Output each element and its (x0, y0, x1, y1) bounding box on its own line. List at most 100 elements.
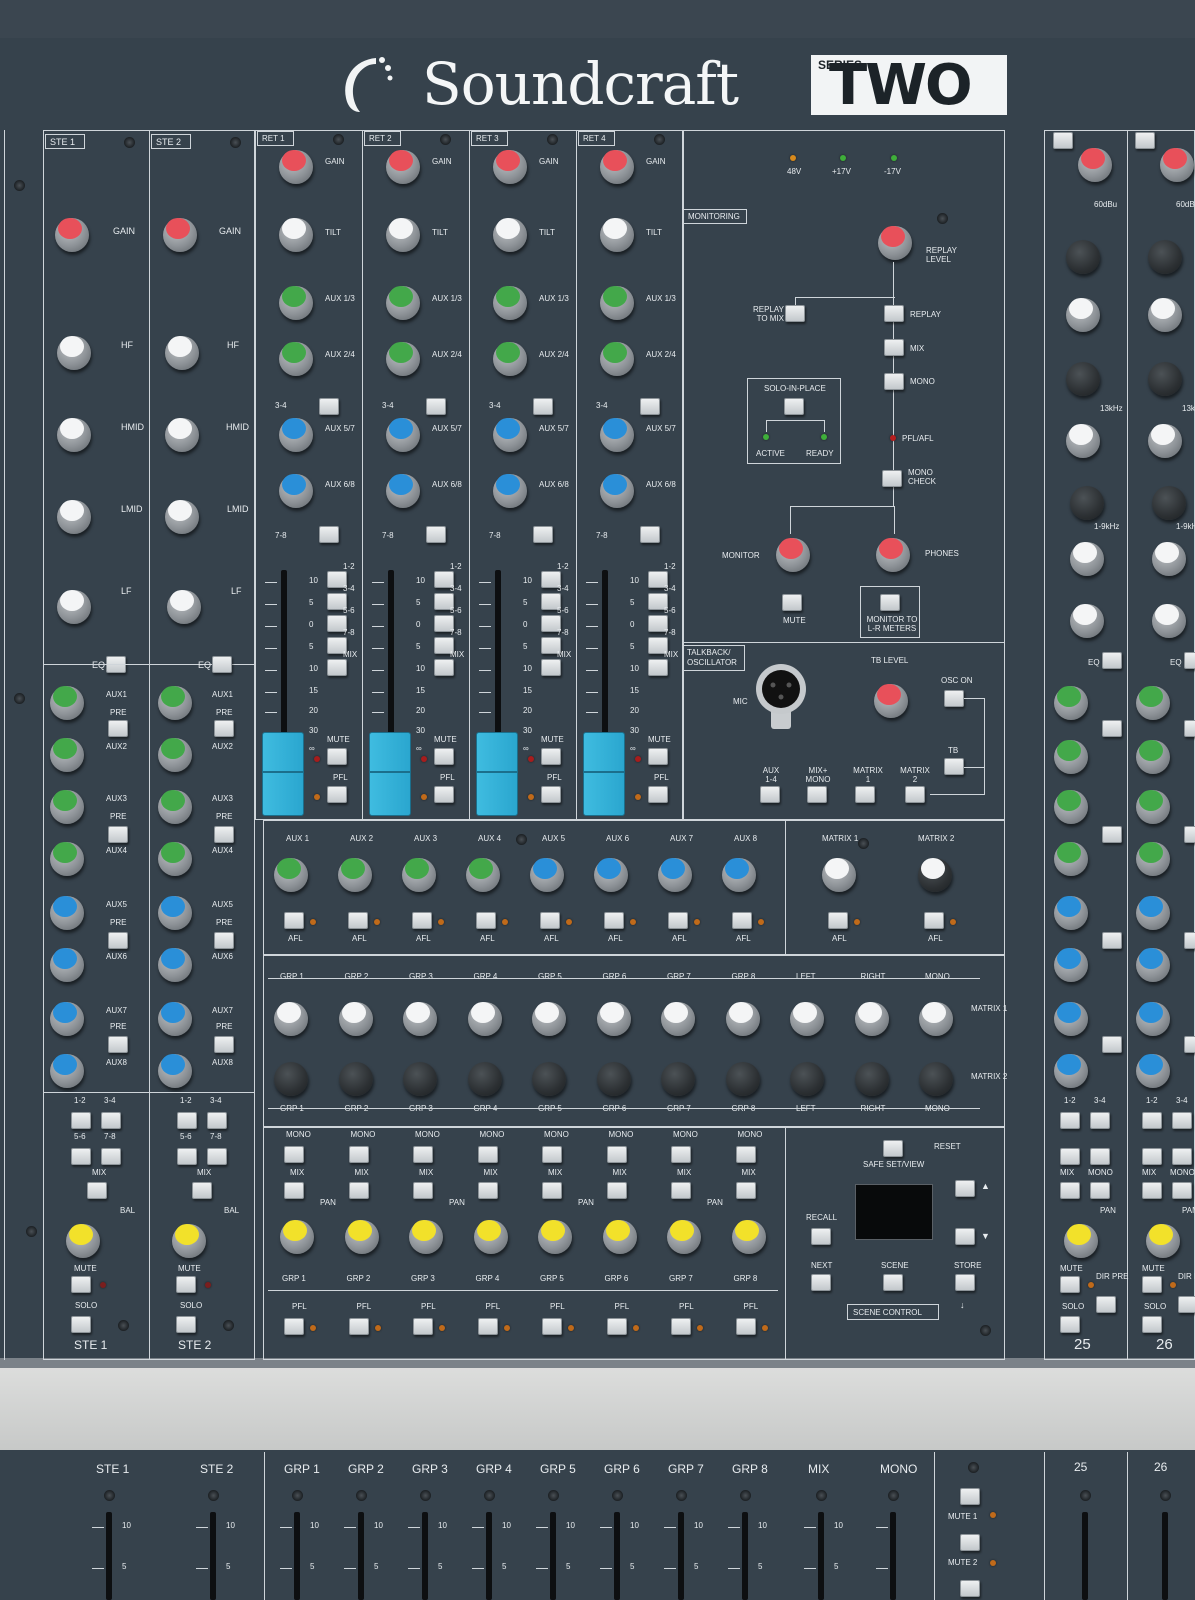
tb-mix-mono-button[interactable] (807, 786, 827, 803)
mono-button[interactable] (542, 1146, 562, 1163)
mute-button[interactable] (327, 748, 347, 765)
matrix2-send-knob[interactable] (403, 1062, 437, 1096)
mute-button[interactable] (648, 748, 668, 765)
pfl-button[interactable] (348, 1318, 369, 1335)
mix-button[interactable] (87, 1182, 107, 1199)
route-3-4-button[interactable] (319, 398, 339, 415)
pan-knob[interactable] (667, 1220, 701, 1254)
matrix1-send-knob[interactable] (596, 1002, 631, 1036)
balance-knob[interactable] (172, 1224, 206, 1258)
pfl-button[interactable] (648, 786, 668, 803)
pre-button[interactable] (108, 720, 128, 737)
next-button[interactable] (811, 1274, 831, 1291)
aux2-knob[interactable] (158, 738, 192, 772)
matrix1-send-knob[interactable] (532, 1002, 566, 1036)
aux68-knob[interactable] (386, 474, 420, 508)
fader-knob[interactable] (369, 732, 411, 816)
pre-button[interactable] (108, 1036, 128, 1053)
mono-button[interactable] (735, 1146, 756, 1163)
aux-send-knob[interactable] (1054, 896, 1088, 930)
pfl-button[interactable] (284, 1318, 304, 1335)
afl-button[interactable] (284, 912, 304, 929)
route-5-6-button[interactable] (1142, 1148, 1162, 1165)
pre-button[interactable] (1184, 932, 1195, 949)
pan-knob[interactable] (473, 1220, 508, 1254)
aux-send-knob[interactable] (1054, 842, 1088, 876)
aux7-knob[interactable] (50, 1002, 84, 1036)
aux3-knob[interactable] (158, 790, 192, 824)
matrix2-send-knob[interactable] (725, 1062, 760, 1096)
matrix1-send-knob[interactable] (338, 1002, 373, 1036)
mute-button[interactable] (176, 1276, 196, 1293)
aux2-knob[interactable] (50, 738, 84, 772)
aux-send-knob[interactable] (1136, 948, 1170, 982)
tilt-knob[interactable] (493, 218, 527, 252)
matrix1-send-knob[interactable] (790, 1002, 824, 1036)
pre-button[interactable] (1184, 720, 1195, 737)
aux4-knob[interactable] (50, 842, 84, 876)
route-7-8-button[interactable] (101, 1148, 121, 1165)
aux6-knob[interactable] (158, 948, 192, 982)
pfl-button[interactable] (606, 1318, 627, 1335)
afl-button[interactable] (348, 912, 368, 929)
pan-knob[interactable] (1064, 1224, 1098, 1258)
hmid-knob[interactable] (1148, 424, 1182, 458)
matrix2-send-knob[interactable] (854, 1062, 889, 1096)
aux5-knob[interactable] (50, 896, 84, 930)
route-3-4-button[interactable] (1172, 1112, 1192, 1129)
route-3-4-button[interactable] (426, 398, 446, 415)
hmid-knob[interactable] (165, 418, 199, 452)
pre-button[interactable] (108, 826, 128, 843)
solo-button[interactable] (1142, 1316, 1162, 1333)
matrix1-send-knob[interactable] (725, 1002, 760, 1036)
gain-knob[interactable] (386, 150, 420, 184)
mix-button[interactable] (1060, 1182, 1080, 1199)
afl-button[interactable] (732, 912, 752, 929)
assign-button[interactable] (648, 659, 668, 676)
mono-button[interactable] (477, 1146, 498, 1163)
aux7-knob[interactable] (158, 1002, 192, 1036)
safe-set-button[interactable] (883, 1140, 903, 1157)
gain-knob[interactable] (600, 150, 634, 184)
mute-button[interactable] (434, 748, 454, 765)
mute-button[interactable] (1060, 1276, 1080, 1293)
aux6-knob[interactable] (50, 948, 84, 982)
aux-send-knob[interactable] (1054, 740, 1088, 774)
lf-knob[interactable] (57, 590, 91, 624)
pan-knob[interactable] (538, 1220, 572, 1254)
aux-master-knob[interactable] (658, 858, 692, 892)
scene-up-button[interactable] (955, 1180, 975, 1197)
eq-button[interactable] (1102, 652, 1122, 669)
hmid-knob[interactable] (1066, 424, 1100, 458)
afl-button[interactable] (476, 912, 496, 929)
phase-button[interactable] (1053, 132, 1073, 149)
aux-send-knob[interactable] (1136, 1054, 1170, 1088)
matrix1-send-knob[interactable] (467, 1002, 502, 1036)
hf-knob[interactable] (57, 336, 91, 370)
input-gain-knob[interactable] (1160, 148, 1194, 182)
afl-button[interactable] (412, 912, 432, 929)
mix-button[interactable] (735, 1182, 756, 1199)
aux-master-knob[interactable] (594, 858, 628, 892)
aux-send-knob[interactable] (1136, 790, 1170, 824)
lmid-knob[interactable] (57, 500, 91, 534)
monitor-mix-button[interactable] (884, 339, 904, 356)
aux-master-knob[interactable] (722, 858, 756, 892)
aux4-knob[interactable] (158, 842, 192, 876)
matrix2-send-knob[interactable] (467, 1062, 502, 1096)
tb-level-knob[interactable] (874, 684, 908, 718)
mute2-button[interactable] (960, 1534, 980, 1551)
aux-send-knob[interactable] (1054, 1054, 1088, 1088)
hpf-knob[interactable] (1148, 240, 1182, 274)
gain-knob[interactable] (55, 218, 89, 252)
mono-button[interactable] (413, 1146, 433, 1163)
lmid-knob[interactable] (165, 500, 199, 534)
route-3-4-button[interactable] (533, 398, 553, 415)
aux68-knob[interactable] (493, 474, 527, 508)
route-1-2-button[interactable] (1060, 1112, 1080, 1129)
aux24-knob[interactable] (279, 342, 313, 376)
route-7-8-button[interactable] (533, 526, 553, 543)
mute-button[interactable] (1142, 1276, 1162, 1293)
phase-button[interactable] (1135, 132, 1155, 149)
aux8-knob[interactable] (158, 1054, 192, 1088)
